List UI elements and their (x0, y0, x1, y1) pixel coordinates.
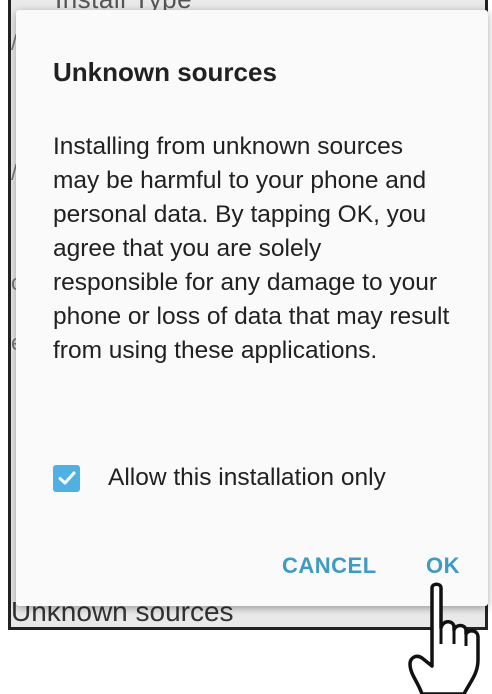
unknown-sources-dialog: Unknown sources Installing from unknown … (16, 10, 488, 606)
cancel-button[interactable]: CANCEL (282, 553, 377, 579)
dialog-message: Installing from unknown sources may be h… (53, 133, 450, 364)
checkmark-icon (58, 471, 75, 485)
pointing-hand-icon (408, 582, 480, 694)
allow-installation-checkbox-row[interactable]: Allow this installation only (53, 458, 386, 498)
checkbox-label: Allow this installation only (108, 464, 386, 491)
allow-installation-checkbox[interactable] (53, 464, 80, 492)
dialog-title: Unknown sources (53, 57, 277, 87)
ok-button[interactable]: OK (426, 553, 460, 579)
